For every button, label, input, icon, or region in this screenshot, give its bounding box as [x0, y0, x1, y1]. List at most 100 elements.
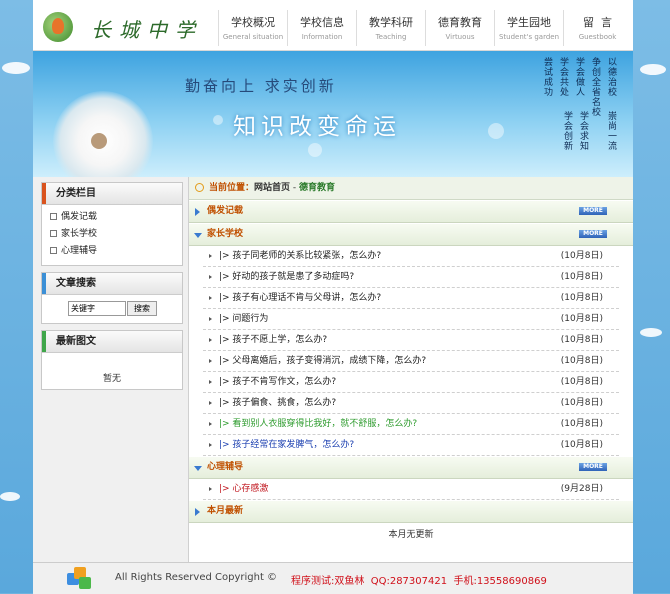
dandelion-core: [91, 133, 107, 149]
cube-shape: [79, 577, 91, 589]
section-header-incidents[interactable]: 偶发记载 MORE: [189, 200, 633, 223]
site-footer: All Rights Reserved Copyright © 程序测试:双鱼林…: [33, 562, 633, 594]
article-title[interactable]: |> 孩子不愿上学，怎么办?: [219, 335, 327, 345]
article-row[interactable]: |> 孩子有心理话不肯与父母讲，怎么办? (10月8日): [203, 288, 619, 309]
article-row[interactable]: |> 孩子经常在家发脾气，怎么办? (10月8日): [203, 435, 619, 456]
nav-sublabel: General situation: [222, 33, 284, 41]
banner-slogan-primary: 勤奋向上 求实创新: [185, 77, 337, 95]
article-date: (10月8日): [560, 398, 603, 408]
nav-item-virtuous[interactable]: 德育教育 Virtuous: [425, 10, 494, 46]
arrow-down-icon: [194, 233, 202, 238]
banner-slogan-secondary: 知识改变命运: [233, 114, 401, 140]
article-title[interactable]: |> 问题行为: [219, 314, 268, 324]
section-header-this-month[interactable]: 本月最新: [189, 500, 633, 523]
arrow-right-icon: [195, 508, 200, 516]
nav-sublabel: Teaching: [375, 33, 407, 41]
nav-label: 学校信息: [300, 16, 344, 29]
breadcrumb-home-link[interactable]: 网站首页: [254, 183, 290, 193]
nav-item-guestbook[interactable]: 留 言 Guestbook: [563, 10, 631, 46]
more-button[interactable]: MORE: [579, 230, 607, 238]
breadcrumb: 当前位置：网站首页 - 德育教育: [189, 177, 633, 200]
sidebar: 分类栏目 偶发记载 家长学校 心理辅导 文章搜索 搜索 最新图文 暂无: [33, 177, 189, 562]
psychology-list: |> 心存感激 (9月28日): [189, 479, 633, 500]
search-button[interactable]: 搜索: [127, 301, 157, 316]
article-row[interactable]: |> 孩子不愿上学，怎么办? (10月8日): [203, 330, 619, 351]
nav-item-information[interactable]: 学校信息 Information: [287, 10, 356, 46]
nav-item-overview[interactable]: 学校概况 General situation: [218, 10, 287, 46]
section-header-psychology[interactable]: 心理辅导 MORE: [189, 456, 633, 479]
main-nav: 学校概况 General situation 学校信息 Information 教学…: [218, 10, 631, 48]
article-date: (10月8日): [560, 272, 603, 282]
bullet-icon: [209, 338, 212, 342]
article-date: (10月8日): [560, 377, 603, 387]
bullet-icon: [209, 296, 212, 300]
square-bullet-icon: [50, 247, 57, 254]
copyright-text: All Rights Reserved Copyright ©: [115, 572, 278, 583]
article-title[interactable]: |> 心存感激: [219, 484, 268, 494]
article-title[interactable]: |> 孩子偏食、挑食，怎么办?: [219, 398, 336, 408]
article-title[interactable]: |> 孩子不肯写作文，怎么办?: [219, 377, 336, 387]
article-row[interactable]: |> 看到别人衣服穿得比我好，就不舒服，怎么办? (10月8日): [203, 414, 619, 435]
section-header-parent-school[interactable]: 家长学校 MORE: [189, 223, 633, 246]
category-label: 心理辅导: [61, 246, 98, 256]
school-name[interactable]: 长城中学: [91, 14, 203, 43]
nav-item-teaching[interactable]: 教学科研 Teaching: [356, 10, 425, 46]
article-title[interactable]: |> 孩子经常在家发脾气，怎么办?: [219, 440, 354, 450]
banner-poem-col: 争创全省名校: [590, 57, 600, 117]
article-row[interactable]: |> 孩子偏食、挑食，怎么办? (10月8日): [203, 393, 619, 414]
month-empty-notice: 本月无更新: [388, 530, 434, 540]
category-item[interactable]: 偶发记载: [50, 209, 182, 226]
banner-poem-col: 学会求知: [578, 111, 588, 151]
bullet-icon: [209, 422, 212, 426]
search-input[interactable]: [68, 301, 126, 316]
banner: 勤奋向上 求实创新 知识改变命运 以德治校 争创全省名校 学会做人 学会共处 尝…: [33, 51, 633, 177]
article-row[interactable]: |> 孩子同老师的关系比较紧张，怎么办? (10月8日): [203, 246, 619, 267]
bullet-icon: [209, 487, 212, 491]
article-date: (9月28日): [560, 484, 603, 494]
square-bullet-icon: [50, 213, 57, 220]
bullet-icon: [209, 275, 212, 279]
square-bullet-icon: [50, 230, 57, 237]
article-title[interactable]: |> 好动的孩子就是患了多动症吗?: [219, 272, 354, 282]
banner-poem-col: 崇尚一流: [606, 111, 616, 151]
latest-images-empty: 暂无: [102, 374, 121, 384]
section-title: 本月最新: [207, 506, 244, 516]
category-box: 分类栏目 偶发记载 家长学校 心理辅导: [41, 182, 183, 266]
article-title[interactable]: |> 孩子同老师的关系比较紧张，怎么办?: [219, 251, 381, 261]
more-button[interactable]: MORE: [579, 463, 607, 471]
nav-label: 德育教育: [438, 16, 482, 29]
category-item[interactable]: 心理辅导: [50, 243, 182, 260]
nav-sublabel: Information: [301, 33, 343, 41]
section-title: 家长学校: [207, 229, 244, 239]
cloud: [640, 328, 662, 337]
section-title: 偶发记载: [207, 206, 244, 216]
article-row[interactable]: |> 父母离婚后，孩子变得消沉，成绩下降，怎么办? (10月8日): [203, 351, 619, 372]
banner-poem-col: 学会做人: [574, 57, 584, 97]
cubes-logo-icon: [67, 567, 93, 591]
nav-label: 教学科研: [369, 16, 413, 29]
nav-label: 学校概况: [231, 16, 275, 29]
nav-item-student-garden[interactable]: 学生园地 Student's garden: [494, 10, 563, 46]
article-row[interactable]: |> 问题行为 (10月8日): [203, 309, 619, 330]
article-date: (10月8日): [560, 293, 603, 303]
bokeh-light: [488, 123, 504, 139]
school-logo-icon[interactable]: [43, 12, 73, 42]
article-title[interactable]: |> 父母离婚后，孩子变得消沉，成绩下降，怎么办?: [219, 356, 426, 366]
article-row[interactable]: |> 孩子不肯写作文，怎么办? (10月8日): [203, 372, 619, 393]
arrow-right-icon: [195, 208, 200, 216]
category-label: 偶发记载: [61, 212, 98, 222]
article-title[interactable]: |> 孩子有心理话不肯与父母讲，怎么办?: [219, 293, 381, 303]
article-title[interactable]: |> 看到别人衣服穿得比我好，就不舒服，怎么办?: [219, 419, 417, 429]
more-button[interactable]: MORE: [579, 207, 607, 215]
article-row[interactable]: |> 好动的孩子就是患了多动症吗? (10月8日): [203, 267, 619, 288]
bullet-icon: [209, 401, 212, 405]
section-title: 心理辅导: [207, 462, 244, 472]
category-item[interactable]: 家长学校: [50, 226, 182, 243]
latest-images-box: 最新图文 暂无: [41, 330, 183, 390]
breadcrumb-current[interactable]: 德育教育: [299, 183, 335, 193]
site-header: 长城中学 学校概况 General situation 学校信息 Informati…: [33, 0, 633, 51]
article-date: (10月8日): [560, 419, 603, 429]
nav-label: 留 言: [583, 16, 612, 29]
article-row[interactable]: |> 心存感激 (9月28日): [203, 479, 619, 500]
bokeh-light: [213, 115, 223, 125]
